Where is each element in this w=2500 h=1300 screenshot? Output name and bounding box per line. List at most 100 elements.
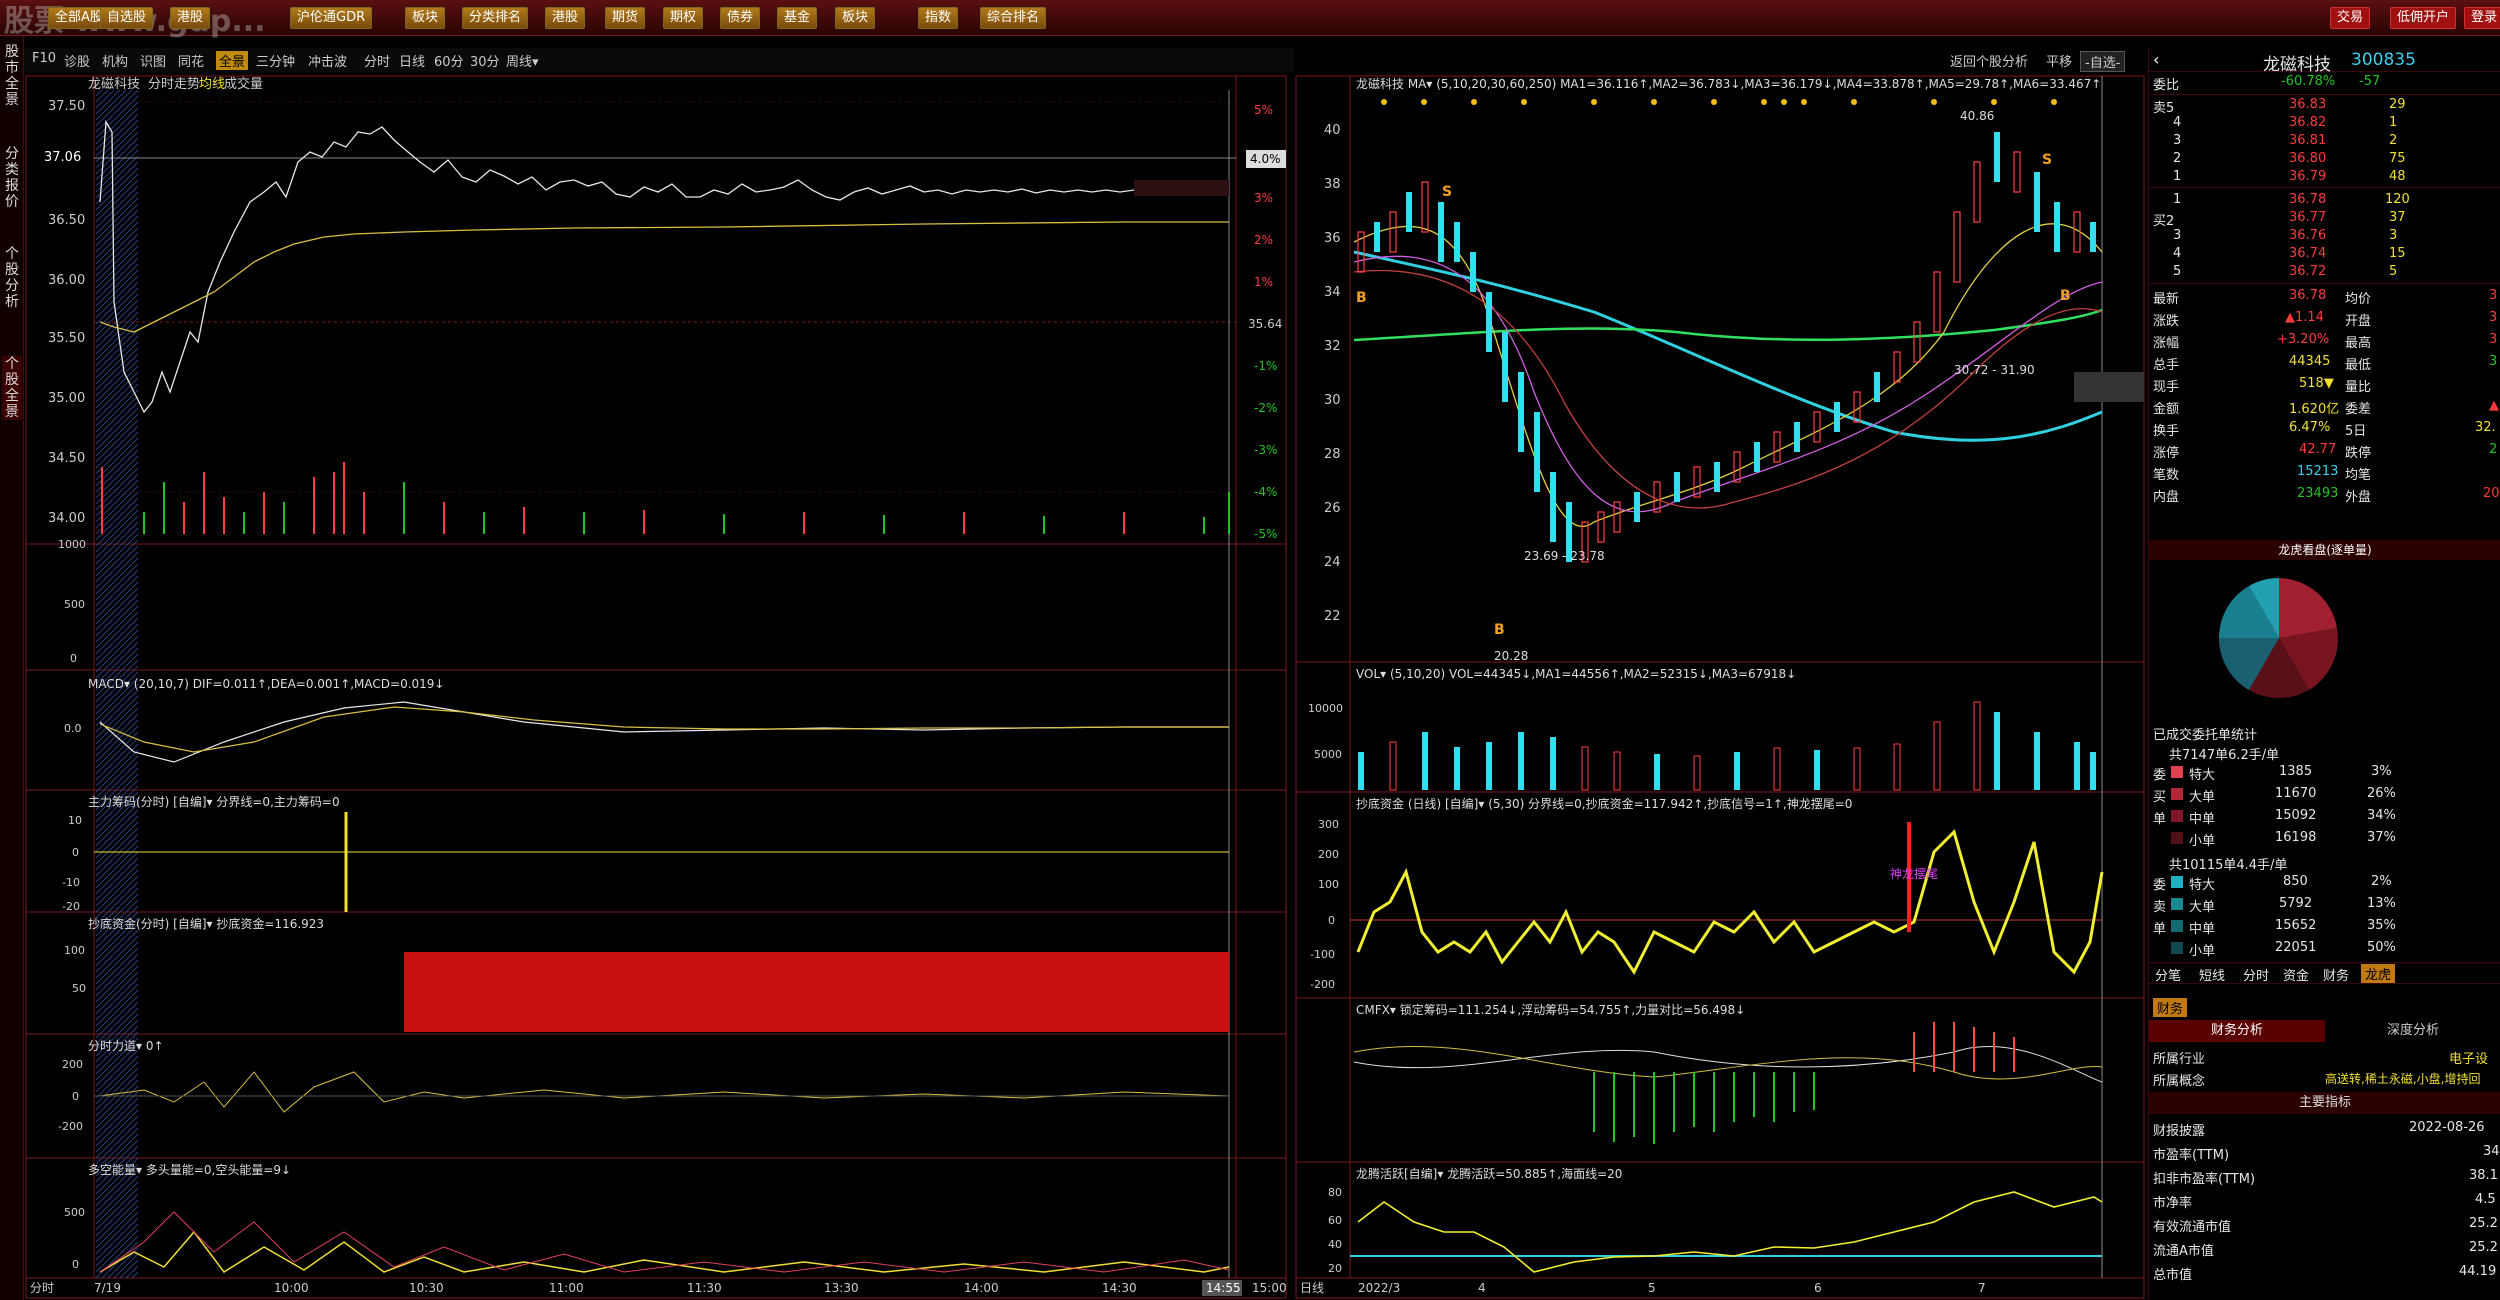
menu-futures[interactable]: 期货	[605, 7, 646, 29]
menu-sectors2[interactable]: 板块	[835, 7, 876, 29]
menu-gdr[interactable]: 沪伦通GDR	[290, 7, 373, 29]
daily-vol-tick: 5000	[1314, 748, 1342, 761]
buy2-vol: 37	[2389, 210, 2406, 225]
tab-deep-analysis[interactable]: 深度分析	[2325, 1020, 2500, 1042]
stat-label: 均价	[2345, 292, 2372, 307]
pct-tick: -5%	[1254, 527, 1277, 541]
back-to-analysis-button[interactable]: 返回个股分析	[1950, 51, 2028, 70]
bd-count: 1385	[2279, 764, 2313, 779]
period-weekly[interactable]: 周线▾	[506, 51, 539, 70]
stat-label: 5日	[2345, 424, 2367, 439]
intraday-price-line	[99, 119, 1229, 414]
tab-short[interactable]: 短线	[2199, 965, 2225, 984]
period-30m[interactable]: 30分	[470, 51, 500, 70]
tab-funds[interactable]: 资金	[2283, 965, 2309, 984]
pct-tick: 1%	[1254, 275, 1273, 289]
period-60m[interactable]: 60分	[434, 51, 464, 70]
zl-tick: 0	[72, 846, 79, 859]
login-button[interactable]: 登录	[2464, 7, 2500, 29]
tab-stock-overview[interactable]: 个股全景	[2, 356, 22, 420]
menu-options[interactable]: 期权	[663, 7, 704, 29]
fl-tick: 200	[62, 1058, 83, 1071]
finance-tab[interactable]: 财务	[2153, 998, 2188, 1017]
stat-value: 518▼	[2299, 376, 2334, 391]
menu-composite-rank[interactable]: 综合排名	[980, 7, 1047, 29]
intraday-chart-panel: 龙磁科技 分时走势 均线 成交量 37.50 37.06 36.50 36.00…	[25, 75, 1287, 1299]
period-impulse[interactable]: 冲击波	[308, 51, 347, 70]
tab-class-quotes[interactable]: 分类报价	[2, 146, 22, 210]
right-sub-toolbar: 返回个股分析 平移 -自选-	[1940, 48, 2148, 72]
diagnose-button[interactable]: 诊股	[64, 51, 90, 70]
bd-pct: 34%	[2367, 808, 2396, 823]
daily-price-tick: 30	[1324, 393, 1341, 408]
tonghua-button[interactable]: 同花	[178, 51, 204, 70]
concept-label: 所属概念	[2153, 1074, 2206, 1089]
sell1-price: 36.79	[2289, 169, 2327, 184]
menu-index[interactable]: 指数	[918, 7, 959, 29]
overview-button[interactable]: 全景	[216, 51, 249, 70]
period-daily[interactable]: 日线	[399, 51, 425, 70]
metric-value: 44.19	[2459, 1264, 2497, 1279]
period-intraday[interactable]: 分时	[364, 51, 390, 70]
bd-type: 大单	[2189, 900, 2216, 915]
metric-label: 市净率	[2153, 1196, 2193, 1211]
chart-recog-button[interactable]: 识图	[140, 51, 166, 70]
tab-ticks[interactable]: 分笔	[2155, 965, 2181, 984]
tab-finance-analysis[interactable]: 财务分析	[2149, 1020, 2325, 1042]
watchlist-select[interactable]: -自选-	[2080, 51, 2126, 72]
menu-funds[interactable]: 基金	[777, 7, 818, 29]
tab-longhu[interactable]: 龙虎	[2361, 964, 2396, 983]
time-label: 11:00	[549, 1281, 584, 1295]
bd-type: 小单	[2189, 834, 2216, 849]
svg-text:B: B	[1356, 290, 1367, 306]
open-account-button[interactable]: 低佣开户	[2390, 7, 2457, 29]
daily-vol-bars	[1358, 701, 2096, 791]
stat-value: 20	[2483, 486, 2500, 501]
time-label: 14:30	[1102, 1281, 1137, 1295]
trade-button[interactable]: 交易	[2330, 7, 2371, 29]
sell3-price: 36.81	[2289, 133, 2327, 148]
stat-value: 3	[2489, 332, 2498, 347]
tab-intraday[interactable]: 分时	[2243, 965, 2269, 984]
institution-button[interactable]: 机构	[102, 51, 128, 70]
daily-cd-label: 神龙摆尾	[1890, 867, 1938, 881]
stat-label: 涨幅	[2153, 336, 2180, 351]
bd-swatch	[2171, 766, 2183, 778]
stat-label: 换手	[2153, 424, 2180, 439]
tab-finance[interactable]: 财务	[2323, 965, 2349, 984]
menu-hk2[interactable]: 港股	[545, 7, 586, 29]
key-metrics-header: 主要指标	[2149, 1092, 2500, 1114]
tab-market-overview[interactable]: 股市全景	[2, 44, 22, 108]
bd-swatch	[2171, 832, 2183, 844]
bd-count: 16198	[2275, 830, 2317, 845]
svg-text:B: B	[1494, 622, 1505, 638]
pan-button[interactable]: 平移	[2046, 51, 2072, 70]
back-chevron-icon[interactable]: ‹	[2153, 50, 2159, 69]
daily-vol-tick: 10000	[1308, 702, 1343, 715]
sell4-vol: 1	[2389, 115, 2398, 130]
pending-title: 已成交委托单统计	[2153, 728, 2258, 743]
daily-lt-tick: 60	[1328, 1214, 1342, 1227]
sell-total: 共10115单4.4手/单	[2169, 858, 2288, 873]
menu-bonds[interactable]: 债券	[720, 7, 761, 29]
menu-class-rank[interactable]: 分类排名	[462, 7, 529, 29]
date-label-mode: 日线	[1300, 1281, 1324, 1295]
menu-watchlist[interactable]: 自选股	[100, 7, 154, 29]
tab-stock-analysis[interactable]: 个股分析	[2, 246, 22, 310]
metric-label: 有效流通市值	[2153, 1220, 2232, 1235]
daily-zone-label: 30.72 - 31.90	[1954, 363, 2035, 377]
daily-price-tick: 28	[1324, 447, 1341, 462]
concept-value: 高送转,稀土永磁,小盘,增持回	[2325, 1072, 2481, 1086]
stat-label: 涨跌	[2153, 314, 2180, 329]
menu-sector[interactable]: 板块	[405, 7, 446, 29]
f10-button[interactable]: F10	[32, 51, 56, 66]
vol-tick: 500	[64, 598, 85, 611]
period-3min[interactable]: 三分钟	[256, 51, 295, 70]
stat-label: 跌停	[2345, 446, 2372, 461]
bd-side: 单	[2153, 922, 2167, 937]
daily-low-label: 20.28	[1494, 649, 1528, 663]
buy3-label: 3	[2173, 228, 2182, 243]
time-label: 15:00	[1252, 1281, 1287, 1295]
menu-hk[interactable]: 港股	[170, 7, 211, 29]
daily-cd-tick: 200	[1318, 848, 1339, 861]
